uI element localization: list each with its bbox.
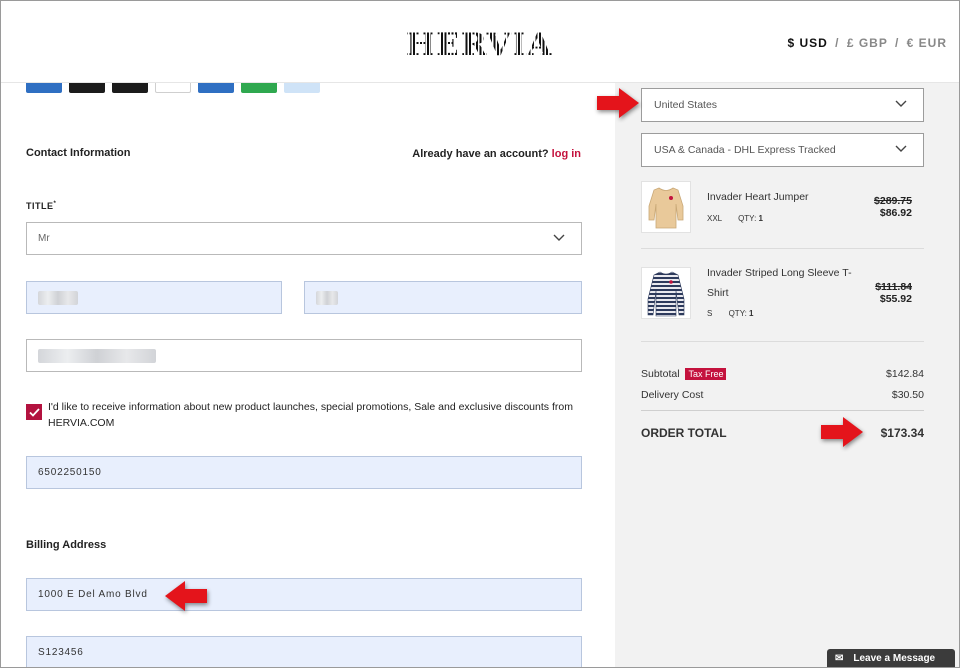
- account-prompt-text: Already have an account?: [412, 148, 549, 160]
- red-arrow-right-icon: [821, 417, 863, 447]
- item-qty: 1: [758, 214, 763, 223]
- address-line2-input[interactable]: S123456: [26, 636, 582, 667]
- country-select[interactable]: United States: [641, 88, 924, 122]
- title-select-value: Mr: [38, 233, 50, 244]
- title-select[interactable]: Mr: [26, 222, 582, 255]
- order-total-label: ORDER TOTAL: [641, 426, 727, 440]
- required-mark: *: [53, 201, 57, 207]
- leave-message-button[interactable]: ✉ Leave a Message: [827, 649, 955, 667]
- delivery-row: Delivery Cost $30.50: [641, 389, 924, 401]
- item-meta: XXL QTY: 1: [707, 214, 763, 223]
- order-total-value: $173.34: [880, 426, 924, 440]
- currency-usd[interactable]: $ USD: [787, 36, 827, 50]
- country-select-value: United States: [654, 99, 718, 111]
- item-old-price: $289.75: [874, 195, 912, 207]
- login-link[interactable]: log in: [552, 148, 581, 160]
- subtotal-label: Subtotal: [641, 368, 680, 380]
- leave-message-label: Leave a Message: [853, 652, 936, 664]
- red-arrow-right-icon: [597, 88, 639, 118]
- divider: [641, 248, 924, 249]
- jumper-image: [641, 181, 691, 233]
- red-arrow-left-icon: [165, 581, 207, 611]
- chevron-down-icon: [895, 144, 907, 156]
- tax-free-badge: Tax Free: [685, 368, 727, 380]
- consent-checkbox[interactable]: [26, 404, 42, 420]
- item-qty-label: QTY:: [728, 309, 747, 318]
- item-price: $86.92: [879, 207, 912, 219]
- email-input[interactable]: [26, 339, 582, 372]
- phone-input[interactable]: 6502250150: [26, 456, 582, 489]
- first-name-input[interactable]: [26, 281, 282, 314]
- currency-gbp[interactable]: £ GBP: [847, 36, 888, 50]
- browser-viewport: Contact Information Already have an acco…: [0, 0, 960, 668]
- item-size: S: [707, 309, 713, 318]
- item-price: $55.92: [879, 293, 912, 305]
- delivery-label: Delivery Cost: [641, 389, 704, 401]
- shipping-method-select[interactable]: USA & Canada - DHL Express Tracked: [641, 133, 924, 167]
- item-meta: S QTY: 1: [707, 309, 754, 318]
- currency-eur[interactable]: € EUR: [907, 36, 947, 50]
- consent-text: I'd like to receive information about ne…: [48, 401, 573, 429]
- redacted-email: [38, 348, 156, 363]
- item-size: XXL: [707, 214, 722, 223]
- contact-section-title: Contact Information: [26, 147, 131, 159]
- redacted-first-name: [38, 290, 78, 305]
- brand-logo-text: HERVIA: [406, 27, 553, 63]
- billing-section-title: Billing Address: [26, 539, 107, 551]
- currency-separator: /: [894, 36, 900, 50]
- subtotal-value: $142.84: [886, 368, 924, 380]
- order-total-row: ORDER TOTAL $173.34: [641, 426, 924, 440]
- last-name-input[interactable]: [304, 281, 582, 314]
- site-header: HERVIA $ USD / £ GBP / € EUR: [1, 1, 959, 83]
- divider: [641, 410, 924, 411]
- order-summary: United States USA & Canada - DHL Express…: [615, 1, 959, 667]
- chevron-down-icon: [895, 99, 907, 111]
- item-qty: 1: [749, 309, 754, 318]
- title-label-text: TITLE: [26, 201, 54, 211]
- delivery-value: $30.50: [891, 389, 924, 401]
- checkout-form: Contact Information Already have an acco…: [1, 1, 615, 667]
- cart-item: Invader Heart Jumper XXL QTY: 1 $289.75 …: [641, 181, 924, 237]
- currency-separator: /: [835, 36, 840, 50]
- item-name: Invader Heart Jumper: [707, 191, 809, 203]
- item-name: Invader Striped Long Sleeve T-Shirt: [707, 267, 852, 299]
- chevron-down-icon: [553, 233, 565, 245]
- brand-logo[interactable]: HERVIA: [406, 27, 552, 63]
- shipping-method-value: USA & Canada - DHL Express Tracked: [654, 144, 836, 156]
- striped-shirt-image: [641, 267, 691, 319]
- address-input[interactable]: 1000 E Del Amo Blvd: [26, 578, 582, 611]
- item-old-price: $111.84: [875, 281, 912, 293]
- cart-item: Invader Striped Long Sleeve T-Shirt S QT…: [641, 267, 924, 323]
- subtotal-row: Subtotal Tax Free $142.84: [641, 368, 924, 380]
- divider: [641, 341, 924, 342]
- title-label: TITLE*: [26, 201, 56, 211]
- redacted-last-name: [316, 290, 338, 305]
- currency-switcher: $ USD / £ GBP / € EUR: [787, 36, 947, 50]
- envelope-icon: ✉: [835, 652, 844, 664]
- account-prompt: Already have an account? log in: [412, 148, 581, 160]
- item-qty-label: QTY:: [738, 214, 757, 223]
